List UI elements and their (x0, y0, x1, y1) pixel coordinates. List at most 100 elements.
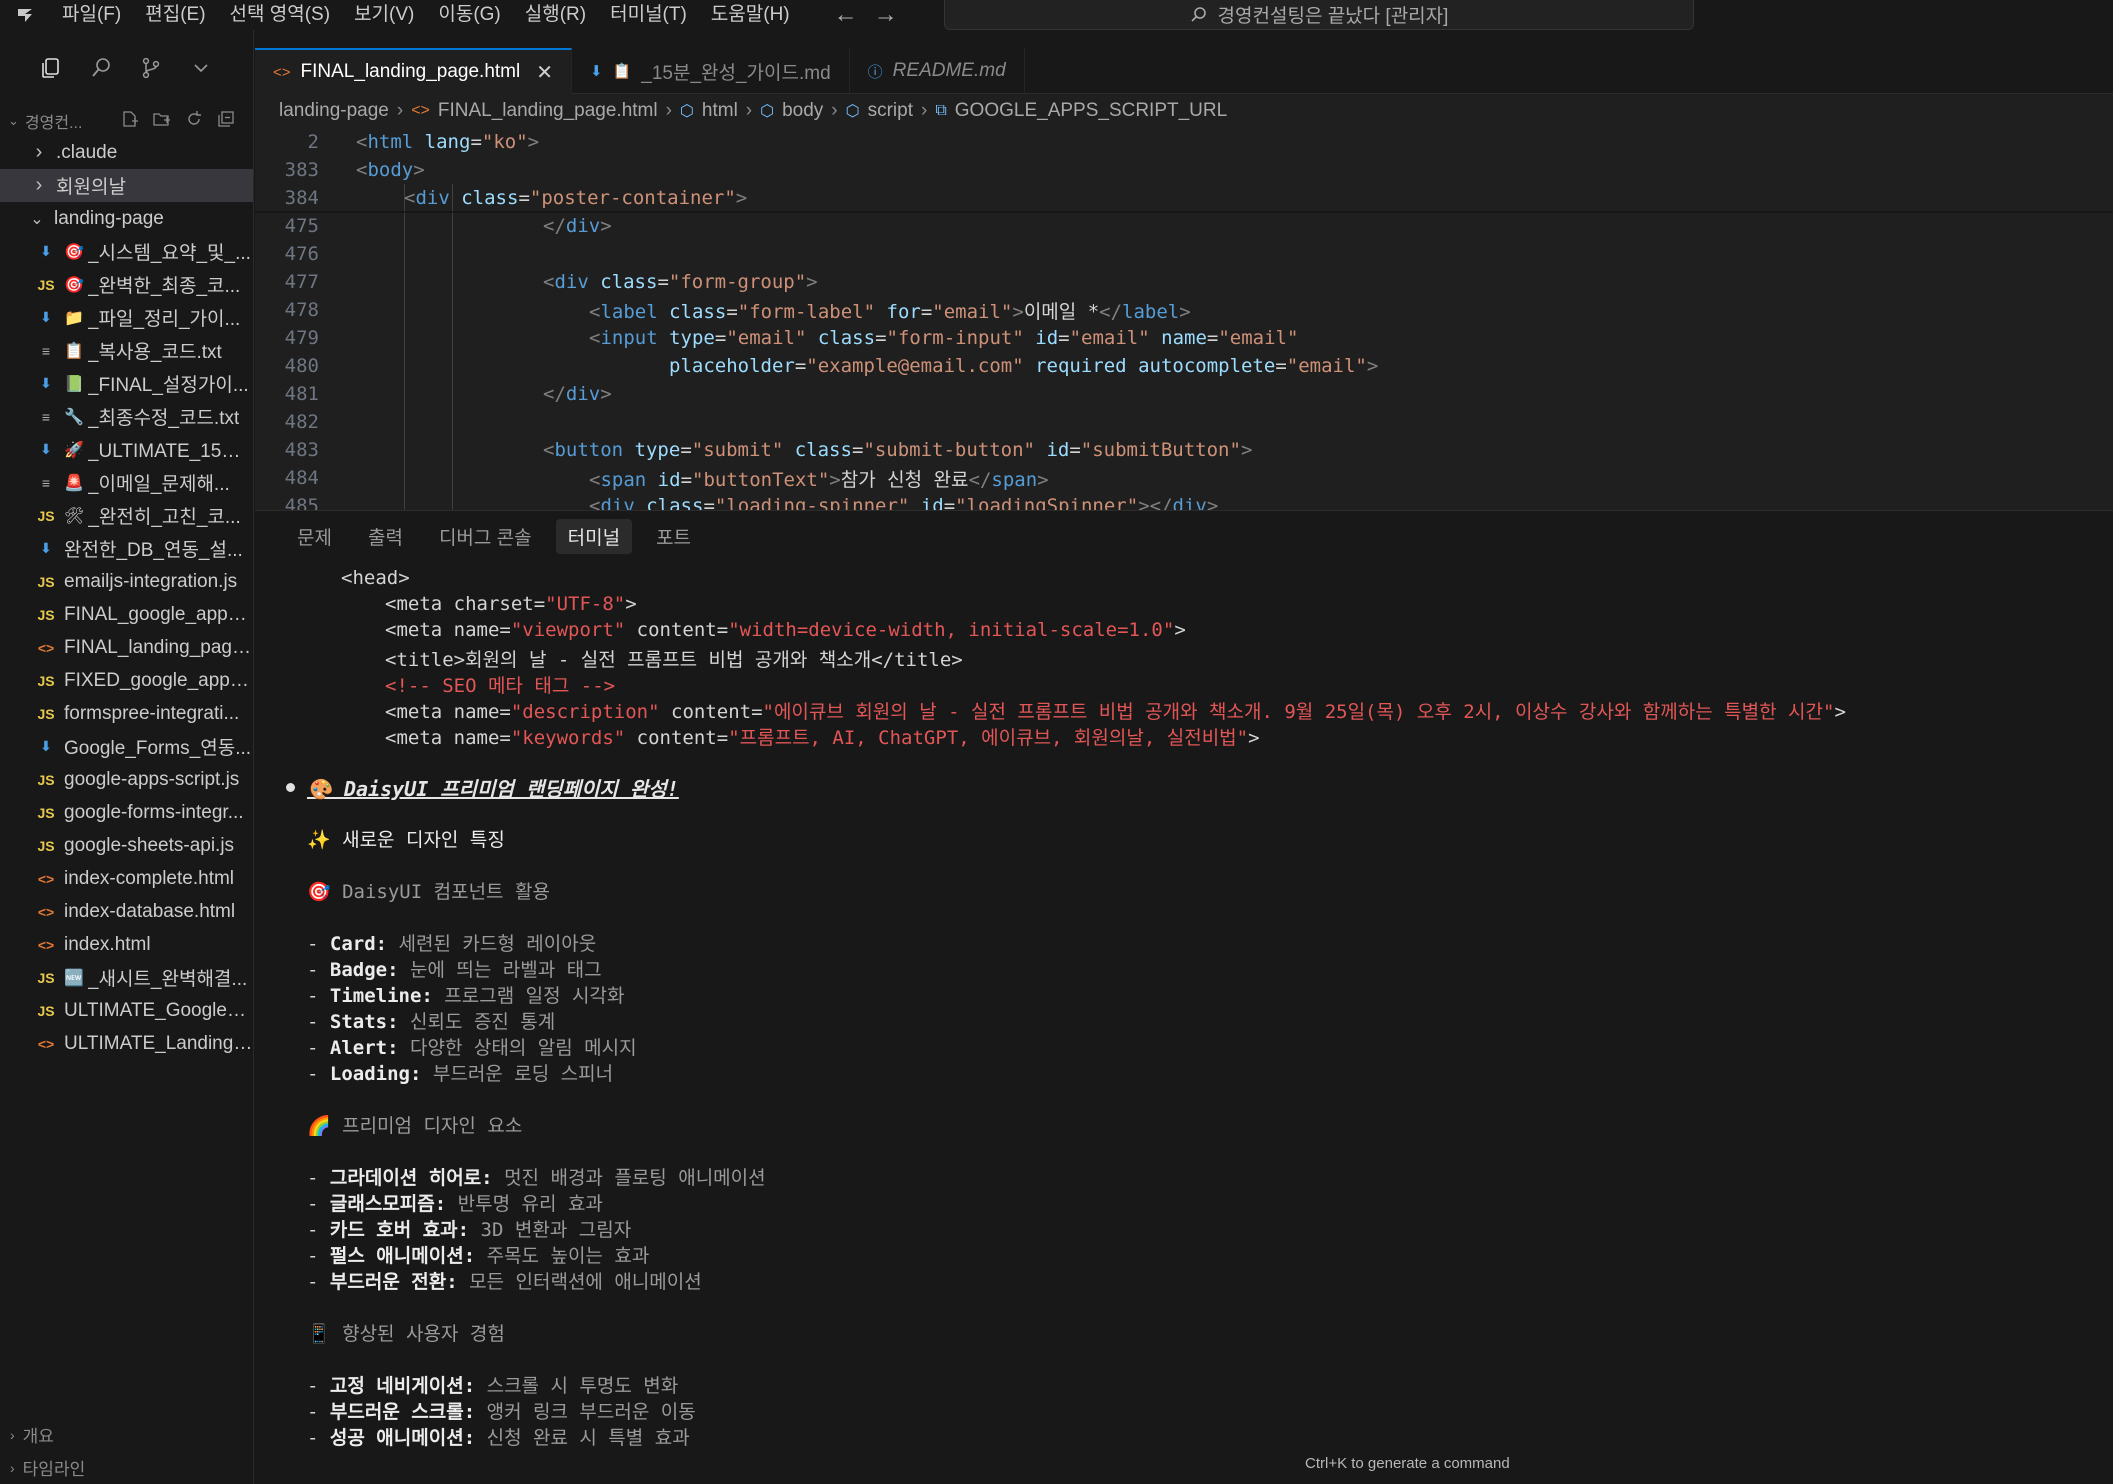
tab-problems[interactable]: 문제 (285, 519, 344, 554)
file-item[interactable]: ⬇ 🎯 _시스템_요약_및_... (0, 235, 253, 268)
file-item[interactable]: ⬇ 📁 _파일_정리_가이... (0, 301, 253, 334)
folder-item[interactable]: › .claude (0, 136, 253, 169)
code-editor[interactable]: 2 <html lang="ko"> 383 <body> 384 <div c… (255, 128, 2113, 510)
markdown-file-icon: ⬇ (40, 309, 52, 325)
folder-item[interactable]: › 회원의날 (0, 169, 253, 202)
tab-terminal[interactable]: 터미널 (555, 518, 633, 554)
list-item-desc: 반투명 유리 효과 (446, 1193, 603, 1215)
file-item[interactable]: JS FINAL_google_apps_... (0, 598, 253, 631)
file-item[interactable]: <> index-complete.html (0, 862, 253, 895)
tree-item-label: _ULTIMATE_15분... (87, 441, 253, 462)
menu-file[interactable]: 파일(F) (50, 0, 133, 30)
code-line: 478 <label class="form-label" for="email… (255, 296, 2113, 324)
collapse-all-icon[interactable] (217, 110, 235, 133)
file-item[interactable]: JS 🆕 _새시트_완벽해결... (0, 961, 253, 994)
cursor-logo-icon (0, 0, 50, 30)
timeline-section[interactable]: › 타임라인 (0, 1451, 254, 1484)
file-item[interactable]: <> index.html (0, 928, 253, 961)
file-item[interactable]: JS google-forms-integr... (0, 796, 253, 829)
js-file-icon: JS (37, 276, 55, 293)
file-item[interactable]: ⬇ 🚀 _ULTIMATE_15분... (0, 433, 253, 466)
new-file-icon[interactable] (121, 110, 139, 133)
file-item[interactable]: <> FINAL_landing_page.... (0, 631, 253, 664)
list-item: - 카드 호버 효과: 3D 변환과 그림자 (307, 1219, 632, 1241)
line-number: 482 (284, 411, 319, 433)
emoji-icon: 🎯 (64, 276, 84, 294)
file-item[interactable]: JS google-sheets-api.js (0, 829, 253, 862)
file-item[interactable]: <> index-database.html (0, 895, 253, 928)
menu-help[interactable]: 도움말(H) (699, 0, 802, 30)
markdown-file-icon: ⬇ (40, 441, 52, 457)
chevron-down-icon[interactable] (188, 55, 214, 81)
terminal-line: <meta name="viewport" content="width=dev… (385, 619, 1186, 641)
menu-terminal[interactable]: 터미널(T) (598, 0, 699, 30)
js-file-icon: JS (37, 837, 55, 854)
file-item[interactable]: ≡ 🚨 _이메일_문제해... (0, 466, 253, 499)
list-item-desc: 모든 인터랙션에 애니메이션 (457, 1271, 702, 1293)
editor-tabs: <> FINAL_landing_page.html ✕ ⬇ 📋 _15분_완성… (255, 48, 2113, 94)
chevron-right-icon: › (10, 1459, 15, 1476)
file-item[interactable]: ⬇ 📗 _FINAL_설정가이... (0, 367, 253, 400)
tab-readme[interactable]: ⓘ README.md (850, 48, 1025, 94)
tab-ports[interactable]: 포트 (644, 519, 703, 554)
menu-view[interactable]: 보기(V) (342, 0, 426, 30)
line-number: 479 (284, 327, 319, 349)
search-icon[interactable] (88, 55, 114, 81)
file-item[interactable]: ⬇ Google_Forms_연동... (0, 730, 253, 763)
file-item[interactable]: ⬇ 완전한_DB_연동_설... (0, 532, 253, 565)
code-line: 383 <body> (255, 156, 2113, 184)
breadcrumb-item[interactable]: FINAL_landing_page.html (438, 100, 658, 122)
menu-edit[interactable]: 편집(E) (133, 0, 217, 30)
new-folder-icon[interactable] (153, 110, 171, 133)
list-item-name: Card (329, 933, 376, 955)
menu-run[interactable]: 실행(R) (513, 0, 598, 30)
tab-15min-guide[interactable]: ⬇ 📋 _15분_완성_가이드.md (572, 48, 850, 94)
list-item: - Stats: 신뢰도 증진 통계 (307, 1011, 556, 1033)
workspace-root-label[interactable]: 경영컨... (25, 109, 83, 133)
source-control-icon[interactable] (138, 55, 164, 81)
breadcrumb-item[interactable]: GOOGLE_APPS_SCRIPT_URL (955, 100, 1227, 122)
file-item[interactable]: JS formspree-integrati... (0, 697, 253, 730)
js-file-icon: JS (37, 804, 55, 821)
breadcrumb-item[interactable]: body (782, 100, 823, 122)
line-number: 383 (284, 159, 319, 181)
back-arrow-icon[interactable]: ← (826, 1, 866, 29)
bullet-dot (286, 783, 295, 792)
list-item: - 글래스모피즘: 반투명 유리 효과 (307, 1193, 603, 1215)
file-item[interactable]: JS emailjs-integration.js (0, 565, 253, 598)
file-item[interactable]: JS 🎯 _완벽한_최종_코... (0, 268, 253, 301)
chevron-down-icon[interactable]: ⌄ (8, 113, 19, 129)
outline-section[interactable]: › 개요 (0, 1418, 254, 1451)
list-item: - 그라데이션 히어로: 멋진 배경과 플로팅 애니메이션 (307, 1167, 766, 1189)
explorer-files-icon[interactable] (38, 55, 64, 81)
file-item[interactable]: ≡ 🔧 _최종수정_코드.txt (0, 400, 253, 433)
command-center-search[interactable]: 경영컨설팅은 끝났다 [관리자] (944, 0, 1694, 30)
file-item[interactable]: JS 🛠 _완전히_고친_코... (0, 499, 253, 532)
line-number: 477 (284, 271, 319, 293)
file-item[interactable]: JS FIXED_google_apps_... (0, 664, 253, 697)
file-item[interactable]: ≡ 📋 _복사용_코드.txt (0, 334, 253, 367)
tab-final-landing-page[interactable]: <> FINAL_landing_page.html ✕ (255, 48, 572, 94)
panel-tabs: 문제 출력 디버그 콘솔 터미널 포트 (255, 511, 2113, 561)
breadcrumb-item[interactable]: script (868, 100, 913, 122)
forward-arrow-icon[interactable]: → (866, 1, 906, 29)
line-number: 478 (284, 299, 319, 321)
tab-output[interactable]: 출력 (356, 519, 415, 554)
markdown-file-icon: ⬇ (590, 63, 603, 80)
list-item-name: Alert (329, 1037, 388, 1059)
menu-selection[interactable]: 선택 영역(S) (218, 0, 343, 30)
emoji-icon: 🆕 (64, 969, 84, 987)
file-item[interactable]: JS ULTIMATE_Google_A... (0, 994, 253, 1027)
close-icon[interactable]: ✕ (536, 60, 553, 85)
breadcrumb-item[interactable]: landing-page (279, 100, 389, 122)
clipboard-emoji-icon: 📋 (612, 63, 632, 80)
folder-item[interactable]: ⌄ landing-page (0, 202, 253, 235)
file-item[interactable]: JS google-apps-script.js (0, 763, 253, 796)
tab-debug-console[interactable]: 디버그 콘솔 (427, 519, 544, 554)
menu-go[interactable]: 이동(G) (426, 0, 512, 30)
tree-item-label: _복사용_코드.txt (87, 342, 222, 363)
breadcrumb-item[interactable]: html (702, 100, 738, 122)
file-item[interactable]: <> ULTIMATE_Landing_... (0, 1027, 253, 1060)
refresh-icon[interactable] (185, 110, 203, 133)
html-file-icon: <> (37, 1035, 55, 1052)
